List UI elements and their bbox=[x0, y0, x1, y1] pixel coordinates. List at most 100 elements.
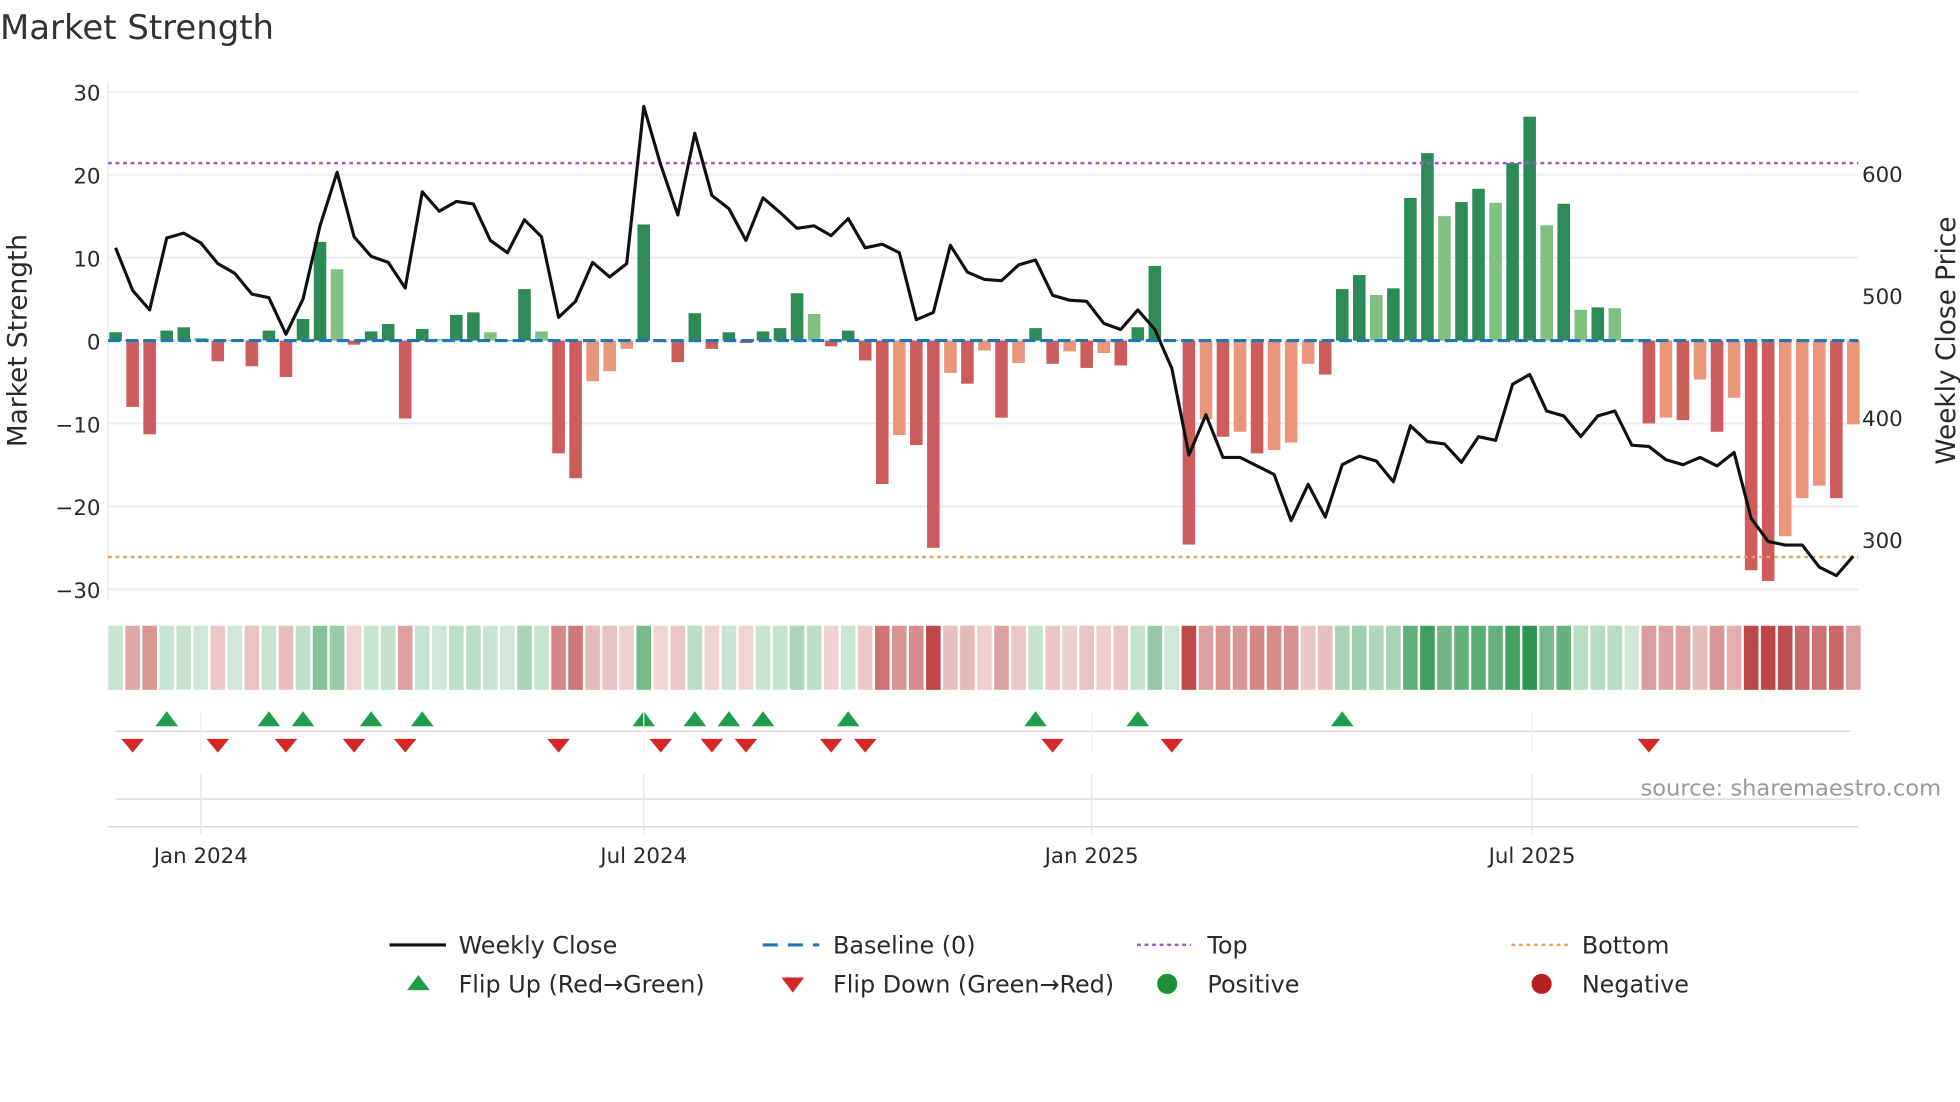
heat-cell bbox=[704, 625, 720, 690]
legend-label: Negative bbox=[1582, 971, 1689, 999]
heat-cell bbox=[1846, 625, 1861, 690]
legend-item-flip-down[interactable]: Flip Down (Green→Red) bbox=[781, 971, 1114, 999]
right-axis-title: Weekly Close Price bbox=[1932, 216, 1960, 464]
heat-cell bbox=[721, 625, 737, 690]
strength-bar bbox=[1301, 340, 1315, 364]
flip-up-marker bbox=[751, 711, 775, 727]
heat-cell bbox=[1266, 625, 1282, 690]
legend-label: Top bbox=[1206, 932, 1247, 960]
strength-bar bbox=[1761, 340, 1775, 582]
heat-cell bbox=[1130, 625, 1146, 690]
strength-bar bbox=[1387, 288, 1400, 341]
strength-bar bbox=[415, 328, 429, 341]
heat-cell bbox=[1232, 625, 1248, 690]
strength-bar bbox=[1046, 340, 1059, 364]
legend-item-flip-up[interactable]: Flip Up (Red→Green) bbox=[407, 971, 705, 999]
heat-cell bbox=[1181, 625, 1197, 690]
strength-bar bbox=[296, 318, 310, 341]
heat-cell bbox=[1062, 625, 1077, 690]
heat-cell bbox=[432, 625, 447, 690]
x-ticks: Jan 2024 Jul 2024 Jan 2025 Jul 2025 bbox=[152, 711, 1576, 869]
strength-bar bbox=[603, 340, 616, 372]
legend-label: Baseline (0) bbox=[833, 932, 976, 960]
flip-down-marker bbox=[734, 738, 758, 753]
legend-item-baseline[interactable]: Baseline (0) bbox=[762, 932, 976, 960]
strength-bar bbox=[1455, 202, 1468, 341]
left-axis-title: Market Strength bbox=[3, 234, 33, 447]
heat-cell bbox=[483, 625, 498, 690]
strength-bar bbox=[790, 293, 804, 341]
x-tick-label: Jan 2024 bbox=[152, 844, 248, 869]
heat-cell bbox=[210, 625, 226, 690]
strength-bar bbox=[1778, 340, 1792, 537]
strength-bar bbox=[910, 340, 923, 446]
heat-cell bbox=[1471, 625, 1486, 690]
strength-bar bbox=[1233, 340, 1247, 432]
heat-cell bbox=[244, 625, 260, 690]
heat-cell bbox=[806, 625, 822, 690]
flip-down-marker bbox=[547, 738, 570, 753]
heat-cell bbox=[1607, 625, 1623, 690]
strength-bar bbox=[1131, 327, 1145, 341]
strength-bar bbox=[313, 241, 327, 341]
heat-cell bbox=[380, 625, 396, 690]
heat-cell bbox=[1198, 625, 1214, 690]
heat-cell bbox=[926, 625, 941, 690]
x-tick-label: Jul 2025 bbox=[1487, 844, 1576, 869]
heat-cell bbox=[636, 625, 652, 690]
legend-item-bottom[interactable]: Bottom bbox=[1511, 932, 1669, 960]
flip-down-marker bbox=[853, 738, 877, 753]
heat-cell bbox=[960, 625, 975, 690]
strength-bar bbox=[1727, 340, 1741, 398]
strength-bar bbox=[875, 340, 889, 485]
legend-item-negative[interactable]: Negative bbox=[1531, 971, 1689, 999]
strength-heat-strip bbox=[108, 625, 1861, 690]
heat-cell bbox=[1079, 625, 1094, 690]
legend-item-weekly-close[interactable]: Weekly Close bbox=[389, 932, 617, 960]
heat-cell bbox=[312, 625, 328, 690]
heat-cell bbox=[857, 625, 873, 690]
y-tick-label: −10 bbox=[55, 413, 100, 438]
heat-cell bbox=[1829, 625, 1844, 690]
heat-cell bbox=[414, 625, 430, 690]
legend-item-positive[interactable]: Positive bbox=[1157, 971, 1299, 999]
heat-cell bbox=[227, 625, 243, 690]
legend-label: Positive bbox=[1207, 971, 1299, 999]
strength-bar bbox=[1642, 340, 1656, 424]
heat-cell bbox=[397, 625, 413, 690]
strength-bar bbox=[1710, 340, 1724, 432]
heat-cell bbox=[1351, 625, 1367, 690]
heat-cell bbox=[1437, 625, 1452, 690]
strength-bar bbox=[1523, 116, 1536, 341]
strength-bar bbox=[143, 340, 156, 435]
y-tick-label: 0 bbox=[87, 330, 101, 355]
strength-bar bbox=[961, 340, 974, 384]
heat-cell bbox=[1249, 625, 1265, 690]
heat-cell bbox=[1369, 625, 1384, 690]
strength-bar bbox=[450, 314, 463, 341]
heat-cell bbox=[1317, 625, 1333, 690]
heat-cell bbox=[1811, 625, 1827, 690]
market-strength-chart: Market Strength 30 20 10 0 −10 −20 −30 600 500 4… bbox=[0, 8, 1960, 999]
legend-item-top[interactable]: Top bbox=[1137, 932, 1248, 960]
strength-bar bbox=[688, 313, 702, 341]
y2-tick-label: 300 bbox=[1862, 529, 1903, 554]
strength-bar bbox=[1795, 340, 1809, 499]
heat-cell bbox=[1488, 625, 1503, 690]
legend: Weekly Close Baseline (0) Top Bottom Fli… bbox=[389, 932, 1689, 999]
strength-bar bbox=[995, 340, 1008, 418]
strength-bar bbox=[1489, 202, 1502, 341]
strength-bar bbox=[467, 312, 480, 341]
strength-bar bbox=[807, 314, 821, 341]
triangle-down-icon bbox=[781, 977, 805, 993]
heat-cell bbox=[108, 625, 123, 690]
heat-cell bbox=[653, 625, 669, 690]
left-y-ticks: 30 20 10 0 −10 −20 −30 bbox=[55, 82, 100, 605]
heat-cell bbox=[1522, 625, 1537, 690]
heat-cell bbox=[755, 625, 771, 690]
heat-cell bbox=[176, 625, 192, 690]
flip-down-marker bbox=[121, 738, 144, 753]
heat-cell bbox=[1624, 625, 1640, 690]
strength-bar bbox=[518, 289, 531, 341]
chart-title: Market Strength bbox=[0, 8, 274, 47]
